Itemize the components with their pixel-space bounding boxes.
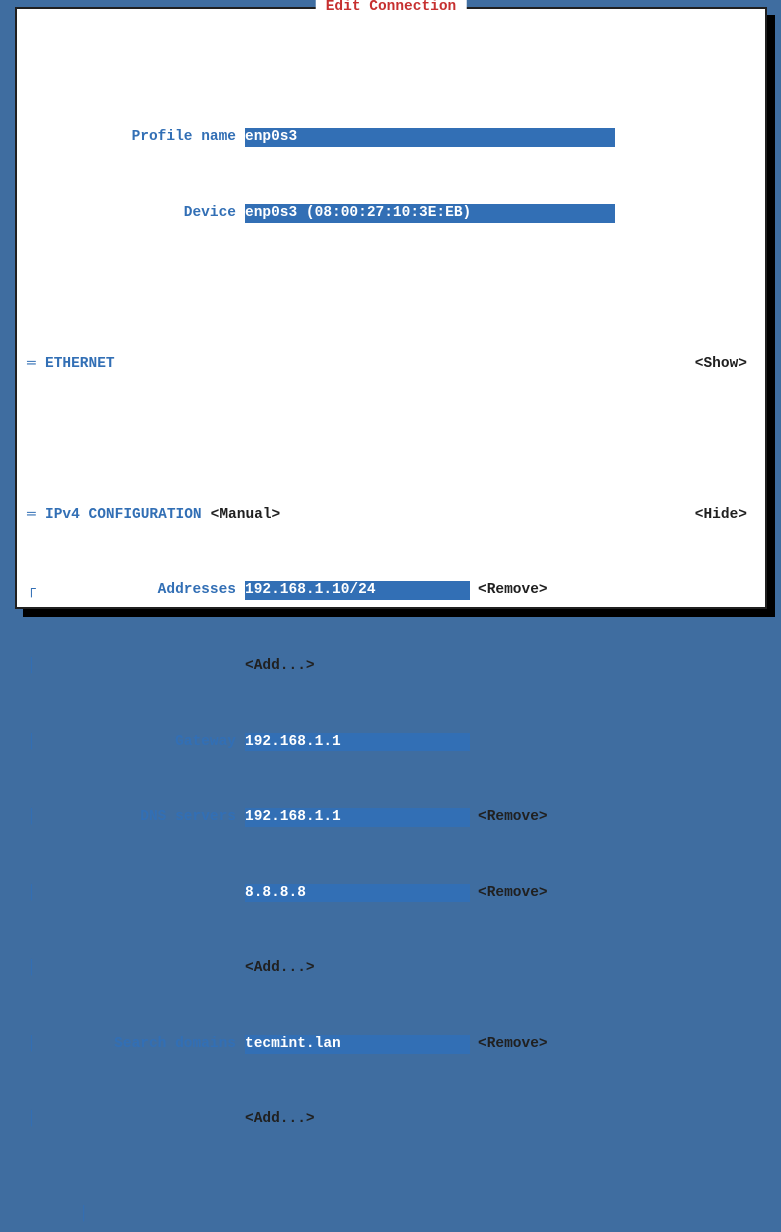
ethernet-section-header: ═ ETHERNET <Show> xyxy=(27,355,755,374)
dialog-window: Edit Connection Profile name enp0s3 Devi… xyxy=(15,7,767,609)
addresses-label: Addresses xyxy=(45,581,245,600)
ipv4-header-label: IPv4 CONFIGURATION xyxy=(45,506,202,525)
section-marker-icon: ═ xyxy=(27,506,45,525)
search-domains-label: Search domains xyxy=(45,1035,245,1054)
gateway-row: │ Gateway 192.168.1.1 xyxy=(27,732,755,751)
device-row: Device enp0s3 (08:00:27:10:3E:EB) xyxy=(27,204,755,223)
section-marker-icon: ═ xyxy=(27,355,45,374)
dns-row-0: │ DNS servers 192.168.1.1 <Remove> xyxy=(27,808,755,827)
profile-name-row: Profile name enp0s3 xyxy=(27,128,755,147)
tree-bar-icon: │ xyxy=(27,733,45,752)
address-add-button[interactable]: <Add...> xyxy=(245,657,315,676)
dns-row-1: │ 8.8.8.8 <Remove> xyxy=(27,884,755,903)
tree-bar-icon: │ xyxy=(27,657,45,676)
search-domain-add-button[interactable]: <Add...> xyxy=(245,1110,315,1129)
tree-bar-icon: │ xyxy=(27,959,45,978)
tree-bar-icon: │ xyxy=(27,808,45,827)
profile-name-input[interactable]: enp0s3 xyxy=(245,128,615,147)
device-input[interactable]: enp0s3 (08:00:27:10:3E:EB) xyxy=(245,204,615,223)
ipv4-section-header: ═ IPv4 CONFIGURATION <Manual> <Hide> xyxy=(27,506,755,525)
address-input-0[interactable]: 192.168.1.10/24 xyxy=(245,581,470,600)
search-domains-row: │ Search domains tecmint.lan <Remove> xyxy=(27,1035,755,1054)
tree-bar-icon: │ xyxy=(27,884,45,903)
dns-input-1[interactable]: 8.8.8.8 xyxy=(245,884,470,903)
gateway-label: Gateway xyxy=(45,733,245,752)
ethernet-toggle-button[interactable]: <Show> xyxy=(695,355,755,374)
dns-remove-button-0[interactable]: <Remove> xyxy=(478,808,548,827)
addresses-row: ┌ Addresses 192.168.1.10/24 <Remove> xyxy=(27,581,755,600)
device-label: Device xyxy=(45,204,245,223)
ipv4-mode-select[interactable]: <Manual> xyxy=(211,506,281,525)
tree-bar-icon: │ xyxy=(27,1110,45,1129)
profile-name-label: Profile name xyxy=(45,128,245,147)
tree-bar-icon: │ xyxy=(79,1206,88,1222)
ethernet-header-label: ETHERNET xyxy=(45,355,115,374)
dns-input-0[interactable]: 192.168.1.1 xyxy=(245,808,470,827)
tree-bar-icon: │ xyxy=(27,1035,45,1054)
search-domain-remove-button-0[interactable]: <Remove> xyxy=(478,1035,548,1054)
search-domain-input-0[interactable]: tecmint.lan xyxy=(245,1035,470,1054)
ipv4-toggle-button[interactable]: <Hide> xyxy=(695,506,755,525)
dns-remove-button-1[interactable]: <Remove> xyxy=(478,884,548,903)
address-remove-button-0[interactable]: <Remove> xyxy=(478,581,548,600)
tree-corner-icon: ┌ xyxy=(27,581,45,600)
dns-add-button[interactable]: <Add...> xyxy=(245,959,315,978)
dialog-title: Edit Connection xyxy=(316,0,467,17)
dns-label: DNS servers xyxy=(45,808,245,827)
gateway-input[interactable]: 192.168.1.1 xyxy=(245,733,470,752)
